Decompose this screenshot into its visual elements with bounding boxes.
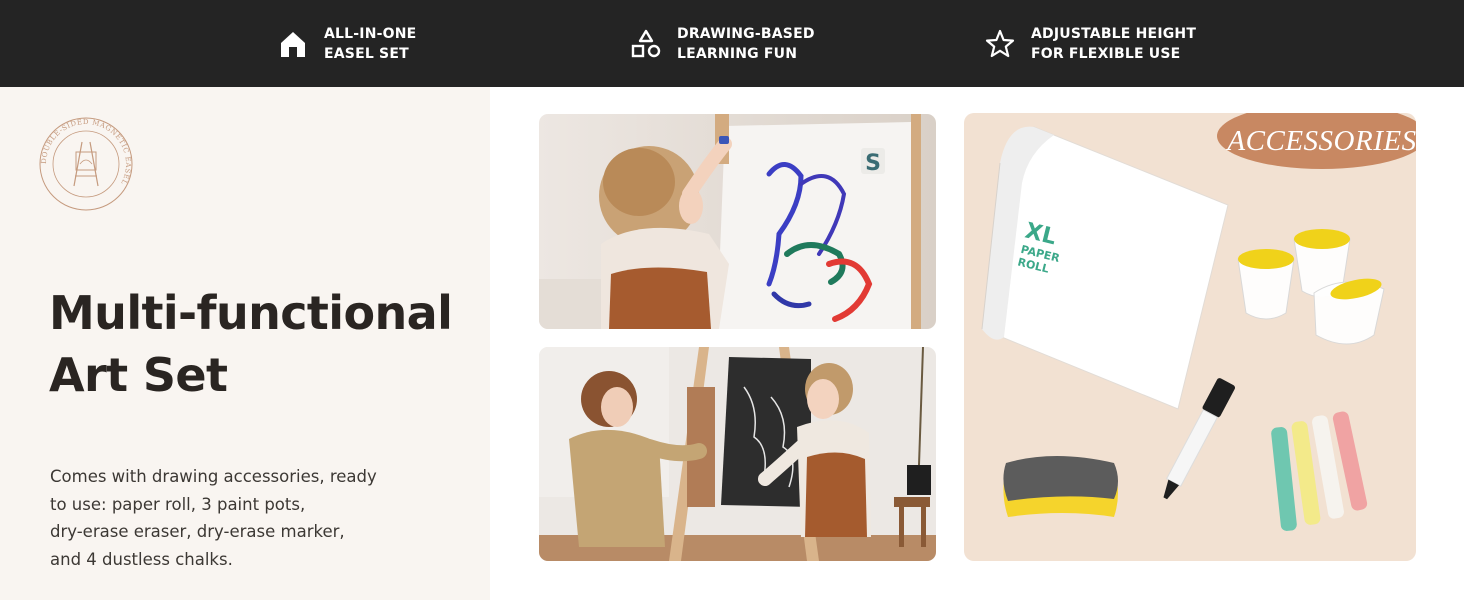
paint-pots-image bbox=[1237, 229, 1385, 345]
feature-all-in-one: ALL-IN-ONE EASEL SET bbox=[276, 0, 416, 87]
child-painting-photo: S bbox=[539, 114, 936, 329]
description: Comes with drawing accessories, ready to… bbox=[50, 467, 377, 569]
headline-line-2: Art Set bbox=[49, 348, 228, 402]
feature-drawing-based: DRAWING-BASED LEARNING FUN bbox=[629, 0, 815, 87]
feature-adjustable-height: ADJUSTABLE HEIGHT FOR FLEXIBLE USE bbox=[983, 0, 1196, 87]
feature-text: DRAWING-BASED LEARNING FUN bbox=[677, 25, 815, 62]
headline-line-1: Multi-functional bbox=[49, 286, 453, 340]
easel-seal-logo: DOUBLE-SIDED MAGNETIC EASEL bbox=[38, 116, 134, 212]
children-chalkboard-photo bbox=[539, 347, 936, 561]
feature-text: ADJUSTABLE HEIGHT FOR FLEXIBLE USE bbox=[1031, 25, 1197, 62]
paper-roll-image: XL PAPER ROLL bbox=[981, 126, 1229, 410]
shapes-icon bbox=[629, 27, 663, 61]
eraser-image bbox=[1003, 456, 1118, 517]
feature-text: ALL-IN-ONE EASEL SET bbox=[324, 25, 417, 62]
magnetic-letter: S bbox=[865, 151, 881, 176]
chalks-image bbox=[1271, 411, 1368, 531]
house-icon bbox=[276, 27, 310, 61]
headline: Multi-functional Art Set bbox=[49, 282, 479, 406]
accessories-badge-text: ACCESSORIES bbox=[1227, 124, 1416, 157]
accessories-panel: XL PAPER ROLL ACCESSORIES bbox=[964, 113, 1416, 561]
feature-bar: ALL-IN-ONE EASEL SET DRAWING-BASED LEARN… bbox=[0, 0, 1464, 87]
star-icon bbox=[983, 27, 1017, 61]
